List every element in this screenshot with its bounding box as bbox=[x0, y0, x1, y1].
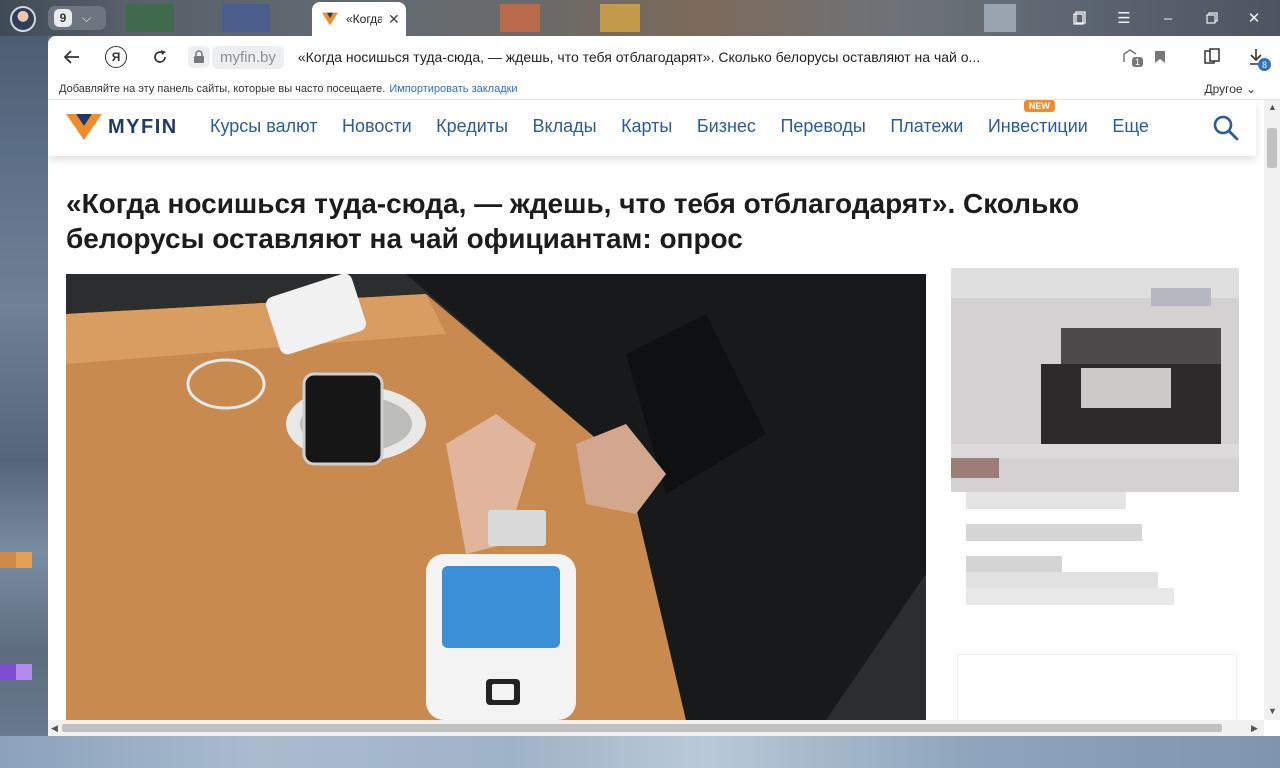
chevron-down-icon: ⌵ bbox=[82, 10, 92, 25]
close-window-icon[interactable]: ✕ bbox=[1242, 8, 1266, 28]
bookmarks-hint: Добавляйте на эту панель сайты, которые … bbox=[59, 82, 386, 95]
reload-icon bbox=[154, 50, 166, 63]
browser-toolbar: Я myfin.by «Когда носишься туда-сюда, — … bbox=[48, 36, 1280, 78]
vertical-scroll-thumb[interactable] bbox=[1267, 128, 1277, 168]
scroll-down-icon[interactable]: ▼ bbox=[1268, 706, 1277, 716]
other-bookmarks-button[interactable]: Другое ⌄ bbox=[1204, 82, 1256, 96]
close-tab-icon[interactable]: ✕ bbox=[388, 11, 400, 28]
downloads-button[interactable]: 8 bbox=[1242, 44, 1271, 71]
collections-button[interactable] bbox=[1198, 44, 1226, 70]
desktop-icon-pixel bbox=[0, 664, 16, 680]
other-bookmarks-label: Другое bbox=[1204, 82, 1243, 96]
search-icon bbox=[1213, 115, 1239, 141]
main-nav: Курсы валют Новости Кредиты Вклады Карты… bbox=[210, 100, 1173, 137]
myfin-favicon-icon bbox=[322, 12, 338, 26]
horizontal-scroll-thumb[interactable] bbox=[62, 724, 1222, 732]
nav-item-credits[interactable]: Кредиты bbox=[436, 116, 508, 137]
nav-item-investments-label: Инвестиции bbox=[987, 116, 1088, 136]
minimize-icon[interactable]: – bbox=[1156, 8, 1180, 28]
blurred-text-line bbox=[966, 572, 1158, 589]
blurred-tab[interactable] bbox=[600, 4, 640, 32]
nav-item-currency[interactable]: Курсы валют bbox=[210, 116, 317, 137]
active-tab-title: «Когда носишься туда-сюда bbox=[346, 12, 382, 26]
collections-icon bbox=[1204, 48, 1220, 64]
blurred-text-line bbox=[966, 492, 1126, 509]
scroll-left-icon[interactable]: ◀ bbox=[51, 723, 58, 734]
scroll-up-icon[interactable]: ▲ bbox=[1268, 102, 1277, 112]
sidebar-advertisement[interactable] bbox=[951, 268, 1239, 492]
blurred-tab[interactable] bbox=[984, 4, 1016, 32]
nav-item-payments[interactable]: Платежи bbox=[890, 116, 963, 137]
profile-avatar[interactable] bbox=[10, 6, 36, 32]
bookmarks-bar: Добавляйте на эту панель сайты, которые … bbox=[48, 78, 1280, 100]
desktop-icon-pixel bbox=[0, 552, 16, 568]
myfin-logo-icon bbox=[66, 114, 102, 140]
address-domain: myfin.by bbox=[212, 45, 284, 69]
bookmark-button[interactable] bbox=[1146, 44, 1174, 70]
bookmark-panel-icon[interactable] bbox=[1068, 8, 1092, 28]
address-page-title: «Когда носишься туда-сюда, — ждешь, что … bbox=[297, 49, 981, 65]
desktop-icon-pixel bbox=[16, 664, 32, 680]
web-page: MYFIN Курсы валют Новости Кредиты Вклады… bbox=[48, 100, 1264, 720]
tabs-counter-button[interactable]: 9 ⌵ bbox=[48, 6, 106, 30]
vertical-scrollbar[interactable]: ▲ ▼ bbox=[1264, 100, 1280, 720]
extension-badge: 1 bbox=[1132, 57, 1144, 67]
blurred-ad-image bbox=[951, 268, 1239, 492]
bookmark-icon bbox=[1155, 51, 1165, 63]
desktop-background bbox=[0, 0, 48, 768]
sidebar-widget bbox=[957, 654, 1237, 720]
site-search-button[interactable] bbox=[1212, 114, 1240, 142]
arrow-left-icon bbox=[63, 50, 79, 64]
nav-item-transfers[interactable]: Переводы bbox=[780, 116, 865, 137]
lock-icon[interactable] bbox=[188, 46, 210, 68]
blurred-text-line bbox=[966, 588, 1174, 605]
nav-item-deposits[interactable]: Вклады bbox=[533, 116, 597, 137]
blurred-tab[interactable] bbox=[222, 4, 270, 32]
nav-item-cards[interactable]: Карты bbox=[621, 116, 672, 137]
address-bar[interactable]: myfin.by «Когда носишься туда-сюда, — жд… bbox=[188, 43, 1108, 71]
extension-button[interactable]: 1 bbox=[1116, 44, 1144, 70]
sidebar-ad-text bbox=[966, 492, 1206, 606]
import-bookmarks-link[interactable]: Импортировать закладки bbox=[389, 83, 517, 95]
active-tab[interactable]: «Когда носишься туда-сюда ✕ bbox=[312, 2, 406, 36]
nav-item-business[interactable]: Бизнес bbox=[697, 116, 756, 137]
tab-count-label: 9 bbox=[54, 9, 72, 27]
nav-item-investments[interactable]: Инвестиции NEW bbox=[987, 100, 1088, 137]
desktop-icon-pixel bbox=[16, 552, 32, 568]
brand-name: MYFIN bbox=[108, 115, 178, 138]
nav-item-more[interactable]: Еще bbox=[1112, 116, 1149, 137]
back-button[interactable] bbox=[58, 44, 86, 70]
restore-icon[interactable] bbox=[1200, 8, 1224, 28]
reload-button[interactable] bbox=[146, 44, 174, 70]
yandex-button[interactable]: Я bbox=[102, 44, 130, 70]
tab-strip: 9 ⌵ «Когда носишься туда-сюда ✕ ☰ – ✕ bbox=[0, 0, 1280, 36]
taskbar bbox=[0, 736, 1280, 768]
article-headline: «Когда носишься туда-сюда, — ждешь, что … bbox=[66, 188, 1080, 254]
myfin-logo[interactable]: MYFIN bbox=[66, 114, 178, 140]
chevron-down-icon: ⌄ bbox=[1245, 82, 1256, 96]
blurred-text-line bbox=[966, 556, 1062, 573]
yandex-letter: Я bbox=[105, 46, 127, 68]
hero-photo bbox=[66, 274, 926, 720]
site-header: MYFIN Курсы валют Новости Кредиты Вклады… bbox=[48, 100, 1256, 156]
blurred-text-line bbox=[966, 524, 1142, 541]
horizontal-scrollbar[interactable]: ◀ ▶ bbox=[48, 720, 1264, 736]
new-badge: NEW bbox=[1023, 100, 1055, 112]
download-badge: 8 bbox=[1258, 58, 1271, 71]
browser-window: Я myfin.by «Когда носишься туда-сюда, — … bbox=[48, 36, 1280, 736]
article-hero-image bbox=[66, 274, 926, 720]
menu-icon[interactable]: ☰ bbox=[1112, 8, 1136, 28]
blurred-tab[interactable] bbox=[500, 4, 540, 32]
blurred-tab[interactable] bbox=[126, 4, 174, 32]
scroll-right-icon[interactable]: ▶ bbox=[1251, 723, 1258, 734]
nav-item-news[interactable]: Новости bbox=[342, 116, 412, 137]
